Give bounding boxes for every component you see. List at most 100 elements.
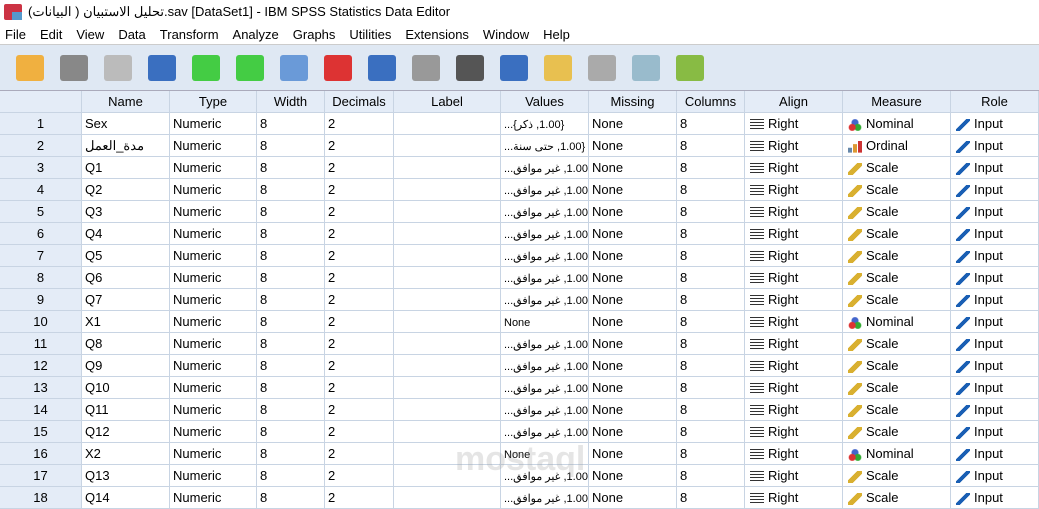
cell-missing[interactable]: None bbox=[589, 223, 677, 245]
cell-label[interactable] bbox=[394, 333, 501, 355]
insert-variable-button[interactable] bbox=[540, 51, 576, 85]
cell-role[interactable]: Input bbox=[951, 443, 1039, 465]
cell-label[interactable] bbox=[394, 355, 501, 377]
cell-name[interactable]: Q5 bbox=[82, 245, 170, 267]
cell-type[interactable]: Numeric bbox=[170, 245, 257, 267]
cell-label[interactable] bbox=[394, 135, 501, 157]
cell-role[interactable]: Input bbox=[951, 333, 1039, 355]
cell-width[interactable]: 8 bbox=[257, 179, 325, 201]
cell-dec[interactable]: 2 bbox=[325, 465, 394, 487]
cell-width[interactable]: 8 bbox=[257, 443, 325, 465]
cell-values[interactable]: {1.00, غير موافق... bbox=[501, 201, 589, 223]
cell-name[interactable]: Q4 bbox=[82, 223, 170, 245]
cell-missing[interactable]: None bbox=[589, 443, 677, 465]
cell-width[interactable]: 8 bbox=[257, 355, 325, 377]
cell-missing[interactable]: None bbox=[589, 377, 677, 399]
cell-name[interactable]: Q8 bbox=[82, 333, 170, 355]
print-button[interactable] bbox=[100, 51, 136, 85]
cell-dec[interactable]: 2 bbox=[325, 223, 394, 245]
cell-role[interactable]: Input bbox=[951, 377, 1039, 399]
cell-dec[interactable]: 2 bbox=[325, 289, 394, 311]
row-number[interactable]: 7 bbox=[0, 245, 82, 267]
cell-width[interactable]: 8 bbox=[257, 223, 325, 245]
column-header-width[interactable]: Width bbox=[257, 91, 325, 113]
cell-label[interactable] bbox=[394, 311, 501, 333]
cell-name[interactable]: Q11 bbox=[82, 399, 170, 421]
cell-dec[interactable]: 2 bbox=[325, 179, 394, 201]
cell-role[interactable]: Input bbox=[951, 135, 1039, 157]
cell-values[interactable]: {1.00, غير موافق... bbox=[501, 355, 589, 377]
cell-dec[interactable]: 2 bbox=[325, 333, 394, 355]
row-number[interactable]: 3 bbox=[0, 157, 82, 179]
cell-role[interactable]: Input bbox=[951, 201, 1039, 223]
cell-label[interactable] bbox=[394, 245, 501, 267]
cell-dec[interactable]: 2 bbox=[325, 135, 394, 157]
cell-align[interactable]: Right bbox=[745, 289, 843, 311]
cell-measure[interactable]: Scale bbox=[843, 289, 951, 311]
row-number[interactable]: 17 bbox=[0, 465, 82, 487]
cell-type[interactable]: Numeric bbox=[170, 399, 257, 421]
cell-measure[interactable]: Ordinal bbox=[843, 135, 951, 157]
cell-dec[interactable]: 2 bbox=[325, 377, 394, 399]
cell-measure[interactable]: Scale bbox=[843, 421, 951, 443]
cell-name[interactable]: Q13 bbox=[82, 465, 170, 487]
cell-measure[interactable]: Scale bbox=[843, 377, 951, 399]
cell-cols[interactable]: 8 bbox=[677, 245, 745, 267]
row-number[interactable]: 9 bbox=[0, 289, 82, 311]
cell-values[interactable]: {1.00, غير موافق... bbox=[501, 289, 589, 311]
cell-type[interactable]: Numeric bbox=[170, 377, 257, 399]
row-number[interactable]: 2 bbox=[0, 135, 82, 157]
cell-name[interactable]: Q10 bbox=[82, 377, 170, 399]
cell-type[interactable]: Numeric bbox=[170, 487, 257, 509]
cell-role[interactable]: Input bbox=[951, 157, 1039, 179]
row-number[interactable]: 15 bbox=[0, 421, 82, 443]
cell-measure[interactable]: Scale bbox=[843, 465, 951, 487]
cell-values[interactable]: {1.00, غير موافق... bbox=[501, 377, 589, 399]
cell-width[interactable]: 8 bbox=[257, 201, 325, 223]
cell-label[interactable] bbox=[394, 487, 501, 509]
goto-case-button[interactable] bbox=[276, 51, 312, 85]
cell-role[interactable]: Input bbox=[951, 223, 1039, 245]
cell-name[interactable]: Q12 bbox=[82, 421, 170, 443]
cell-cols[interactable]: 8 bbox=[677, 267, 745, 289]
find-button[interactable] bbox=[452, 51, 488, 85]
cell-cols[interactable]: 8 bbox=[677, 311, 745, 333]
row-number[interactable]: 12 bbox=[0, 355, 82, 377]
cell-missing[interactable]: None bbox=[589, 465, 677, 487]
cell-width[interactable]: 8 bbox=[257, 245, 325, 267]
cell-align[interactable]: Right bbox=[745, 135, 843, 157]
cell-align[interactable]: Right bbox=[745, 113, 843, 135]
insert-cases-button[interactable] bbox=[496, 51, 532, 85]
cell-missing[interactable]: None bbox=[589, 399, 677, 421]
cell-measure[interactable]: Scale bbox=[843, 179, 951, 201]
save-button[interactable] bbox=[56, 51, 92, 85]
row-number[interactable]: 16 bbox=[0, 443, 82, 465]
cell-dec[interactable]: 2 bbox=[325, 267, 394, 289]
cell-width[interactable]: 8 bbox=[257, 113, 325, 135]
cell-dec[interactable]: 2 bbox=[325, 311, 394, 333]
cell-role[interactable]: Input bbox=[951, 289, 1039, 311]
cell-type[interactable]: Numeric bbox=[170, 465, 257, 487]
cell-align[interactable]: Right bbox=[745, 465, 843, 487]
cell-align[interactable]: Right bbox=[745, 399, 843, 421]
cell-values[interactable]: {1.00, غير موافق... bbox=[501, 179, 589, 201]
cell-cols[interactable]: 8 bbox=[677, 289, 745, 311]
split-file-button[interactable] bbox=[584, 51, 620, 85]
cell-align[interactable]: Right bbox=[745, 245, 843, 267]
column-header-decimals[interactable]: Decimals bbox=[325, 91, 394, 113]
cell-role[interactable]: Input bbox=[951, 421, 1039, 443]
cell-name[interactable]: Q7 bbox=[82, 289, 170, 311]
cell-name[interactable]: مدة_العمل bbox=[82, 135, 170, 157]
cell-width[interactable]: 8 bbox=[257, 487, 325, 509]
cell-type[interactable]: Numeric bbox=[170, 333, 257, 355]
row-number[interactable]: 4 bbox=[0, 179, 82, 201]
cell-width[interactable]: 8 bbox=[257, 267, 325, 289]
cell-role[interactable]: Input bbox=[951, 487, 1039, 509]
cell-label[interactable] bbox=[394, 289, 501, 311]
cell-name[interactable]: Q9 bbox=[82, 355, 170, 377]
value-labels-button[interactable] bbox=[672, 51, 708, 85]
cell-type[interactable]: Numeric bbox=[170, 289, 257, 311]
cell-align[interactable]: Right bbox=[745, 487, 843, 509]
run-descriptives-button[interactable] bbox=[408, 51, 444, 85]
column-header-align[interactable]: Align bbox=[745, 91, 843, 113]
